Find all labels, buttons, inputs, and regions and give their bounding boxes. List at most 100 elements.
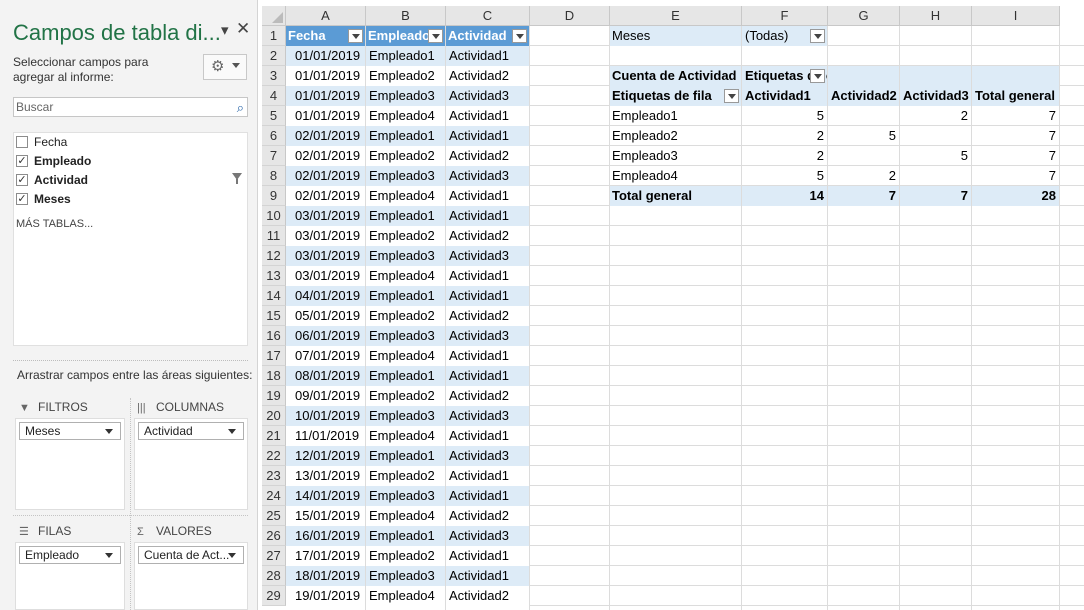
pivot-row-labels[interactable]: Etiquetas de fila [610, 86, 741, 106]
table-cell[interactable]: 11/01/2019 [286, 426, 365, 446]
row-header[interactable]: 27 [262, 546, 286, 566]
row-header[interactable]: 19 [262, 386, 286, 406]
table-cell[interactable]: Empleado1 [366, 286, 445, 306]
table-cell[interactable]: 14/01/2019 [286, 486, 365, 506]
table-cell[interactable]: Actividad1 [446, 266, 529, 286]
pivot-column-header[interactable]: Actividad1 [742, 86, 827, 106]
table-cell[interactable]: 01/01/2019 [286, 86, 365, 106]
table-cell[interactable]: Actividad3 [446, 86, 529, 106]
field-checkbox[interactable]: ✓ [16, 155, 28, 167]
table-cell[interactable]: Empleado3 [366, 406, 445, 426]
pivot-total-label[interactable]: Total general [610, 186, 741, 206]
table-cell[interactable]: 03/01/2019 [286, 206, 365, 226]
chevron-down-icon[interactable] [105, 553, 113, 558]
table-cell[interactable]: 13/01/2019 [286, 466, 365, 486]
table-cell[interactable]: Empleado2 [366, 66, 445, 86]
table-cell[interactable]: 08/01/2019 [286, 366, 365, 386]
table-cell[interactable]: Actividad2 [446, 506, 529, 526]
table-header-cell[interactable]: Actividad [446, 26, 529, 46]
row-header[interactable]: 15 [262, 306, 286, 326]
row-header[interactable]: 13 [262, 266, 286, 286]
rows-area[interactable]: Empleado [15, 542, 125, 610]
chevron-down-icon[interactable]: ▾ [221, 22, 229, 40]
chevron-down-icon[interactable] [105, 429, 113, 434]
table-cell[interactable]: 04/01/2019 [286, 286, 365, 306]
pivot-value-cell[interactable]: 2 [828, 166, 899, 186]
table-cell[interactable]: Empleado4 [366, 346, 445, 366]
field-checkbox[interactable]: ✓ [16, 193, 28, 205]
row-header[interactable]: 9 [262, 186, 286, 206]
table-cell[interactable]: Empleado4 [366, 266, 445, 286]
pivot-value-cell[interactable] [900, 166, 971, 186]
table-cell[interactable]: Actividad2 [446, 146, 529, 166]
search-input[interactable]: Buscar ⌕ [13, 97, 248, 117]
table-cell[interactable]: Empleado3 [366, 166, 445, 186]
row-header[interactable]: 12 [262, 246, 286, 266]
row-header[interactable]: 6 [262, 126, 286, 146]
table-cell[interactable]: Actividad1 [446, 346, 529, 366]
table-cell[interactable]: 03/01/2019 [286, 246, 365, 266]
table-cell[interactable]: Actividad2 [446, 66, 529, 86]
table-cell[interactable]: Empleado4 [366, 186, 445, 206]
table-cell[interactable]: 15/01/2019 [286, 506, 365, 526]
chevron-down-icon[interactable] [228, 553, 236, 558]
pivot-column-header[interactable]: Total general [972, 86, 1059, 106]
row-header[interactable]: 8 [262, 166, 286, 186]
table-cell[interactable]: Actividad1 [446, 546, 529, 566]
table-cell[interactable]: Empleado4 [366, 586, 445, 606]
table-cell[interactable]: Empleado3 [366, 486, 445, 506]
pivot-total-cell[interactable]: 7 [828, 186, 899, 206]
table-cell[interactable]: 03/01/2019 [286, 266, 365, 286]
table-cell[interactable]: 02/01/2019 [286, 126, 365, 146]
table-cell[interactable]: 19/01/2019 [286, 586, 365, 606]
table-cell[interactable]: 16/01/2019 [286, 526, 365, 546]
table-cell[interactable]: Empleado3 [366, 246, 445, 266]
pivot-value-cell[interactable]: 2 [900, 106, 971, 126]
pivot-total-cell[interactable]: 7 [900, 186, 971, 206]
table-cell[interactable]: 07/01/2019 [286, 346, 365, 366]
column-header-i[interactable]: I [972, 6, 1060, 26]
table-cell[interactable]: Empleado4 [366, 106, 445, 126]
pivot-total-cell[interactable]: 14 [742, 186, 827, 206]
column-header-g[interactable]: G [828, 6, 900, 26]
table-cell[interactable]: 02/01/2019 [286, 166, 365, 186]
pivot-value-cell[interactable]: 5 [742, 106, 827, 126]
table-cell[interactable]: Empleado1 [366, 446, 445, 466]
table-cell[interactable]: Empleado1 [366, 206, 445, 226]
table-cell[interactable]: Actividad3 [446, 166, 529, 186]
pivot-column-header[interactable]: Actividad3 [900, 86, 971, 106]
row-header[interactable]: 21 [262, 426, 286, 446]
pivot-value-cell[interactable]: 2 [742, 146, 827, 166]
row-header[interactable]: 1 [262, 26, 286, 46]
pivot-row-label[interactable]: Empleado2 [610, 126, 741, 146]
table-cell[interactable]: Empleado1 [366, 46, 445, 66]
pivot-value-cell[interactable]: 7 [972, 106, 1059, 126]
table-cell[interactable]: Empleado3 [366, 566, 445, 586]
table-cell[interactable]: 03/01/2019 [286, 226, 365, 246]
pivot-column-labels[interactable]: Etiquetas de columna [742, 66, 827, 86]
row-header[interactable]: 10 [262, 206, 286, 226]
table-header-cell[interactable]: Fecha [286, 26, 365, 46]
table-cell[interactable]: Actividad1 [446, 46, 529, 66]
column-header-b[interactable]: B [366, 6, 446, 26]
row-header[interactable]: 26 [262, 526, 286, 546]
table-cell[interactable]: Actividad3 [446, 526, 529, 546]
row-header[interactable]: 3 [262, 66, 286, 86]
table-cell[interactable]: Actividad1 [446, 126, 529, 146]
filters-area[interactable]: Meses [15, 418, 125, 510]
table-cell[interactable]: Empleado4 [366, 506, 445, 526]
table-cell[interactable]: Actividad3 [446, 406, 529, 426]
pivot-value-cell[interactable]: 7 [972, 126, 1059, 146]
pivot-value-cell[interactable]: 2 [742, 126, 827, 146]
table-cell[interactable]: Actividad2 [446, 226, 529, 246]
spreadsheet-grid[interactable]: ABCDEFGHI 1 2 3 4 5 6 7 8 9 10 11 12 13 14 15 16 17 18 19 2… [262, 6, 1084, 610]
table-cell[interactable]: Actividad1 [446, 486, 529, 506]
search-icon[interactable]: ⌕ [237, 99, 244, 117]
table-cell[interactable]: 02/01/2019 [286, 146, 365, 166]
pivot-value-cell[interactable]: 5 [828, 126, 899, 146]
table-cell[interactable]: Empleado2 [366, 546, 445, 566]
columns-field-pill[interactable]: Actividad [138, 422, 244, 440]
table-cell[interactable]: 09/01/2019 [286, 386, 365, 406]
pivot-filter-value[interactable]: (Todas) [742, 26, 827, 46]
pivot-band-cell[interactable] [900, 66, 971, 86]
